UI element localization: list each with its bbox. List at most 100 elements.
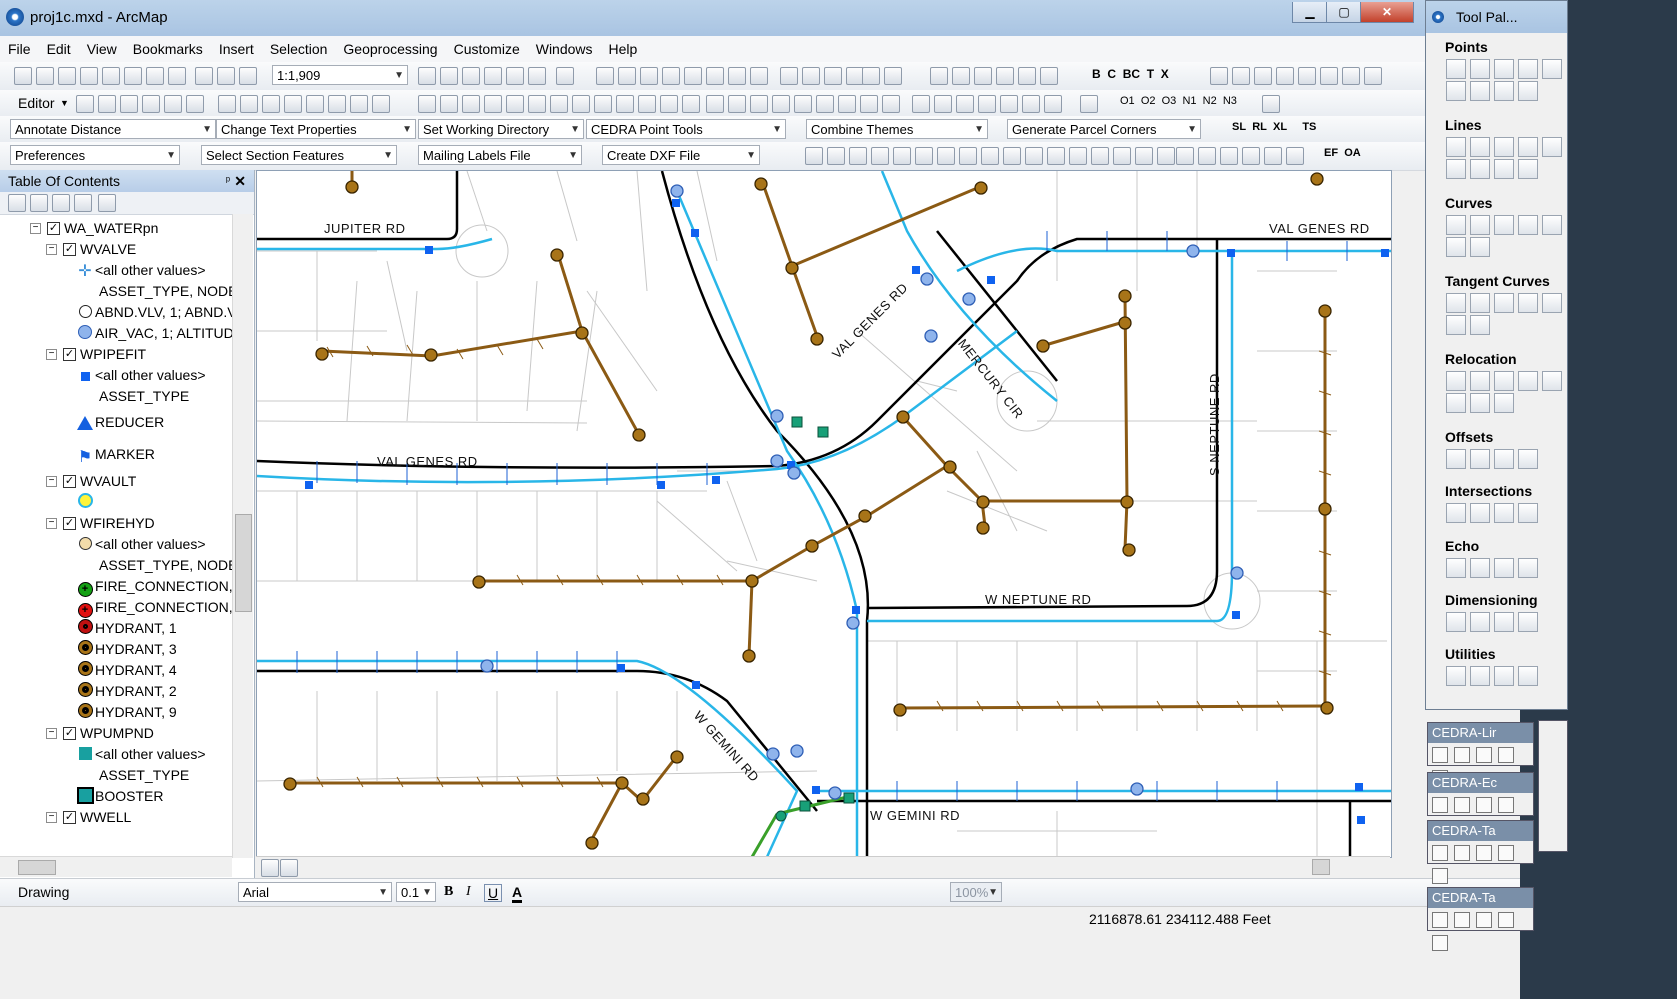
toolbar-tool-icon[interactable] bbox=[794, 95, 812, 113]
palette-tool-icon[interactable] bbox=[1518, 159, 1538, 179]
toc-row[interactable]: <all other values> bbox=[0, 534, 232, 555]
close-button[interactable]: ✕ bbox=[1360, 2, 1414, 23]
list-by-selection-icon[interactable] bbox=[74, 194, 92, 212]
palette-tool-icon[interactable] bbox=[1518, 449, 1538, 469]
toolbar-tool-icon[interactable] bbox=[1025, 147, 1043, 165]
palette-tool-icon[interactable] bbox=[1470, 59, 1490, 79]
menu-bookmarks[interactable]: Bookmarks bbox=[125, 36, 211, 57]
toolbar-tool-icon[interactable] bbox=[974, 67, 992, 85]
toolbar-tool-icon[interactable] bbox=[462, 95, 480, 113]
palette-tool-icon[interactable] bbox=[1494, 503, 1514, 523]
menu-insert[interactable]: Insert bbox=[211, 36, 262, 57]
scroll-thumb[interactable] bbox=[18, 860, 56, 875]
palette-tool-icon[interactable] bbox=[1542, 59, 1562, 79]
toolbar-tool-icon[interactable] bbox=[14, 67, 32, 85]
toolbar-tool-icon[interactable] bbox=[572, 95, 590, 113]
palette-tool-icon[interactable] bbox=[1470, 215, 1490, 235]
palette-tool-icon[interactable] bbox=[1518, 503, 1538, 523]
menu-help[interactable]: Help bbox=[601, 36, 646, 57]
toolbar-tool-icon[interactable] bbox=[164, 95, 182, 113]
toc-row[interactable]: HYDRANT, 9 bbox=[0, 702, 232, 723]
toolbar-tool-icon[interactable] bbox=[506, 95, 524, 113]
toolbar-tool-icon[interactable] bbox=[937, 147, 955, 165]
layout-view-icon[interactable] bbox=[261, 859, 279, 877]
minimize-button[interactable]: ▁ bbox=[1292, 2, 1328, 23]
toc-row[interactable]: − ✓ WVALVE bbox=[0, 239, 232, 260]
toolbar-tool-icon[interactable] bbox=[638, 95, 656, 113]
toc-row[interactable]: − ✓ WWELL bbox=[0, 807, 232, 828]
collapse-toggle[interactable]: − bbox=[46, 476, 57, 487]
collapse-toggle[interactable]: − bbox=[46, 518, 57, 529]
palette-tool-icon[interactable] bbox=[1446, 612, 1466, 632]
options-icon[interactable] bbox=[98, 194, 116, 212]
palette-tool-icon[interactable] bbox=[1494, 612, 1514, 632]
palette-tool-icon[interactable] bbox=[1470, 612, 1490, 632]
toolbar-tool-icon[interactable] bbox=[860, 95, 878, 113]
collapse-toggle[interactable]: − bbox=[46, 349, 57, 360]
palette-tool-icon[interactable] bbox=[1446, 237, 1466, 257]
toolbar-tool-icon[interactable] bbox=[981, 147, 999, 165]
toolbar-tool-icon[interactable] bbox=[662, 67, 680, 85]
toolbar-tool-icon[interactable] bbox=[328, 95, 346, 113]
tool-n3[interactable]: N3 bbox=[1223, 95, 1237, 107]
palette-tool-icon[interactable] bbox=[1470, 393, 1490, 413]
tool-icon[interactable] bbox=[1432, 747, 1448, 763]
palette-tool-icon[interactable] bbox=[1518, 81, 1538, 101]
toolbar-tool-icon[interactable] bbox=[218, 95, 236, 113]
toolbar-tool-icon[interactable] bbox=[660, 95, 678, 113]
toolbar-tool-icon[interactable] bbox=[146, 67, 164, 85]
toc-row[interactable]: − ✓ WFIREHYD bbox=[0, 513, 232, 534]
tool-icon[interactable] bbox=[1498, 912, 1514, 928]
palette-tool-icon[interactable] bbox=[1470, 503, 1490, 523]
drawing-menu[interactable]: Drawing bbox=[18, 884, 69, 900]
combine-themes-combo[interactable]: Combine Themes ▼ bbox=[806, 119, 988, 139]
toolbar-tool-icon[interactable] bbox=[418, 95, 436, 113]
toolbar-tool-icon[interactable] bbox=[80, 67, 98, 85]
map-horizontal-scrollbar[interactable] bbox=[256, 856, 1390, 877]
palette-tool-icon[interactable] bbox=[1494, 371, 1514, 391]
toolbar-tool-icon[interactable] bbox=[884, 67, 902, 85]
palette-tool-icon[interactable] bbox=[1518, 293, 1538, 313]
toolbar-tool-icon[interactable] bbox=[168, 67, 186, 85]
palette-tool-icon[interactable] bbox=[1542, 293, 1562, 313]
collapse-toggle[interactable]: − bbox=[30, 223, 41, 234]
toc-row[interactable]: HYDRANT, 1 bbox=[0, 618, 232, 639]
create-dxf-file-combo[interactable]: Create DXF File ▼ bbox=[602, 145, 760, 165]
toolbar-tool-icon[interactable] bbox=[682, 95, 700, 113]
toc-row[interactable]: <all other values> bbox=[0, 365, 232, 386]
toc-row[interactable]: − ✓ WA_WATERpn bbox=[0, 218, 232, 239]
toolbar-tool-icon[interactable] bbox=[528, 67, 546, 85]
toc-row[interactable]: ⚑ MARKER bbox=[0, 439, 232, 471]
palette-tool-icon[interactable] bbox=[1518, 666, 1538, 686]
toc-row[interactable]: ASSET_TYPE bbox=[0, 386, 232, 407]
pin-icon[interactable]: ᵖ bbox=[226, 170, 230, 192]
mailing-labels-file-combo[interactable]: Mailing Labels File ▼ bbox=[418, 145, 582, 165]
toolbar-tool-icon[interactable] bbox=[882, 95, 900, 113]
tool-xl[interactable]: XL bbox=[1273, 121, 1287, 133]
toolbar-tool-icon[interactable] bbox=[120, 95, 138, 113]
toolbar-tool-icon[interactable] bbox=[728, 67, 746, 85]
tool-icon[interactable] bbox=[1454, 845, 1470, 861]
toolbar-tool-icon[interactable] bbox=[802, 67, 820, 85]
toolbar-tool-icon[interactable] bbox=[1113, 147, 1131, 165]
toc-row[interactable]: HYDRANT, 2 bbox=[0, 681, 232, 702]
toolbar-tool-icon[interactable] bbox=[484, 67, 502, 85]
tool-c[interactable]: C bbox=[1107, 67, 1116, 81]
menu-selection[interactable]: Selection bbox=[262, 36, 336, 57]
toolbar-tool-icon[interactable] bbox=[728, 95, 746, 113]
toolbar-tool-icon[interactable] bbox=[556, 67, 574, 85]
tool-o3[interactable]: O3 bbox=[1162, 95, 1177, 107]
palette-tool-icon[interactable] bbox=[1494, 393, 1514, 413]
toolbar-tool-icon[interactable] bbox=[596, 67, 614, 85]
palette-tool-icon[interactable] bbox=[1446, 81, 1466, 101]
annotate-distance-combo[interactable]: Annotate Distance ▼ bbox=[10, 119, 216, 139]
toolbar-tool-icon[interactable] bbox=[1210, 67, 1228, 85]
toolbar-tool-icon[interactable] bbox=[959, 147, 977, 165]
list-by-drawing-order-icon[interactable] bbox=[8, 194, 26, 212]
toolbar-tool-icon[interactable] bbox=[1364, 67, 1382, 85]
toolbar-tool-icon[interactable] bbox=[528, 95, 546, 113]
close-icon[interactable]: ✕ bbox=[234, 170, 246, 192]
toolbar-tool-icon[interactable] bbox=[58, 67, 76, 85]
layer-visibility-checkbox[interactable]: ✓ bbox=[63, 348, 76, 361]
maximize-button[interactable]: ▢ bbox=[1326, 2, 1362, 23]
